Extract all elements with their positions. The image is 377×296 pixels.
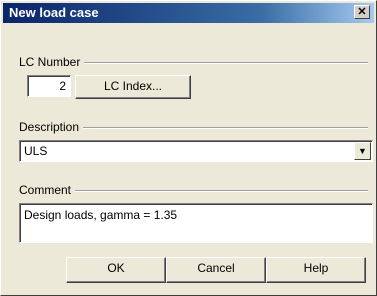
chevron-down-icon[interactable]: ▼	[354, 142, 371, 160]
title-bar: New load case ✕	[3, 3, 374, 23]
comment-label: Comment	[19, 183, 76, 197]
lc-number-label: LC Number	[19, 55, 85, 69]
description-label: Description	[19, 120, 84, 134]
ok-button[interactable]: OK	[66, 257, 166, 283]
close-button[interactable]: ✕	[354, 5, 370, 19]
help-button[interactable]: Help	[266, 257, 366, 283]
description-select[interactable]: ULS ▼	[19, 140, 373, 162]
dialog-title: New load case	[9, 5, 99, 20]
new-load-case-dialog: New load case ✕ LC Number 2 LC Index... …	[0, 0, 377, 296]
lc-index-button[interactable]: LC Index...	[75, 75, 191, 99]
lc-number-field[interactable]: 2	[27, 75, 71, 97]
cancel-button[interactable]: Cancel	[166, 257, 266, 283]
comment-textarea[interactable]: Design loads, gamma = 1.35	[19, 203, 373, 243]
close-icon: ✕	[357, 6, 367, 18]
description-selected-value: ULS	[24, 144, 48, 158]
